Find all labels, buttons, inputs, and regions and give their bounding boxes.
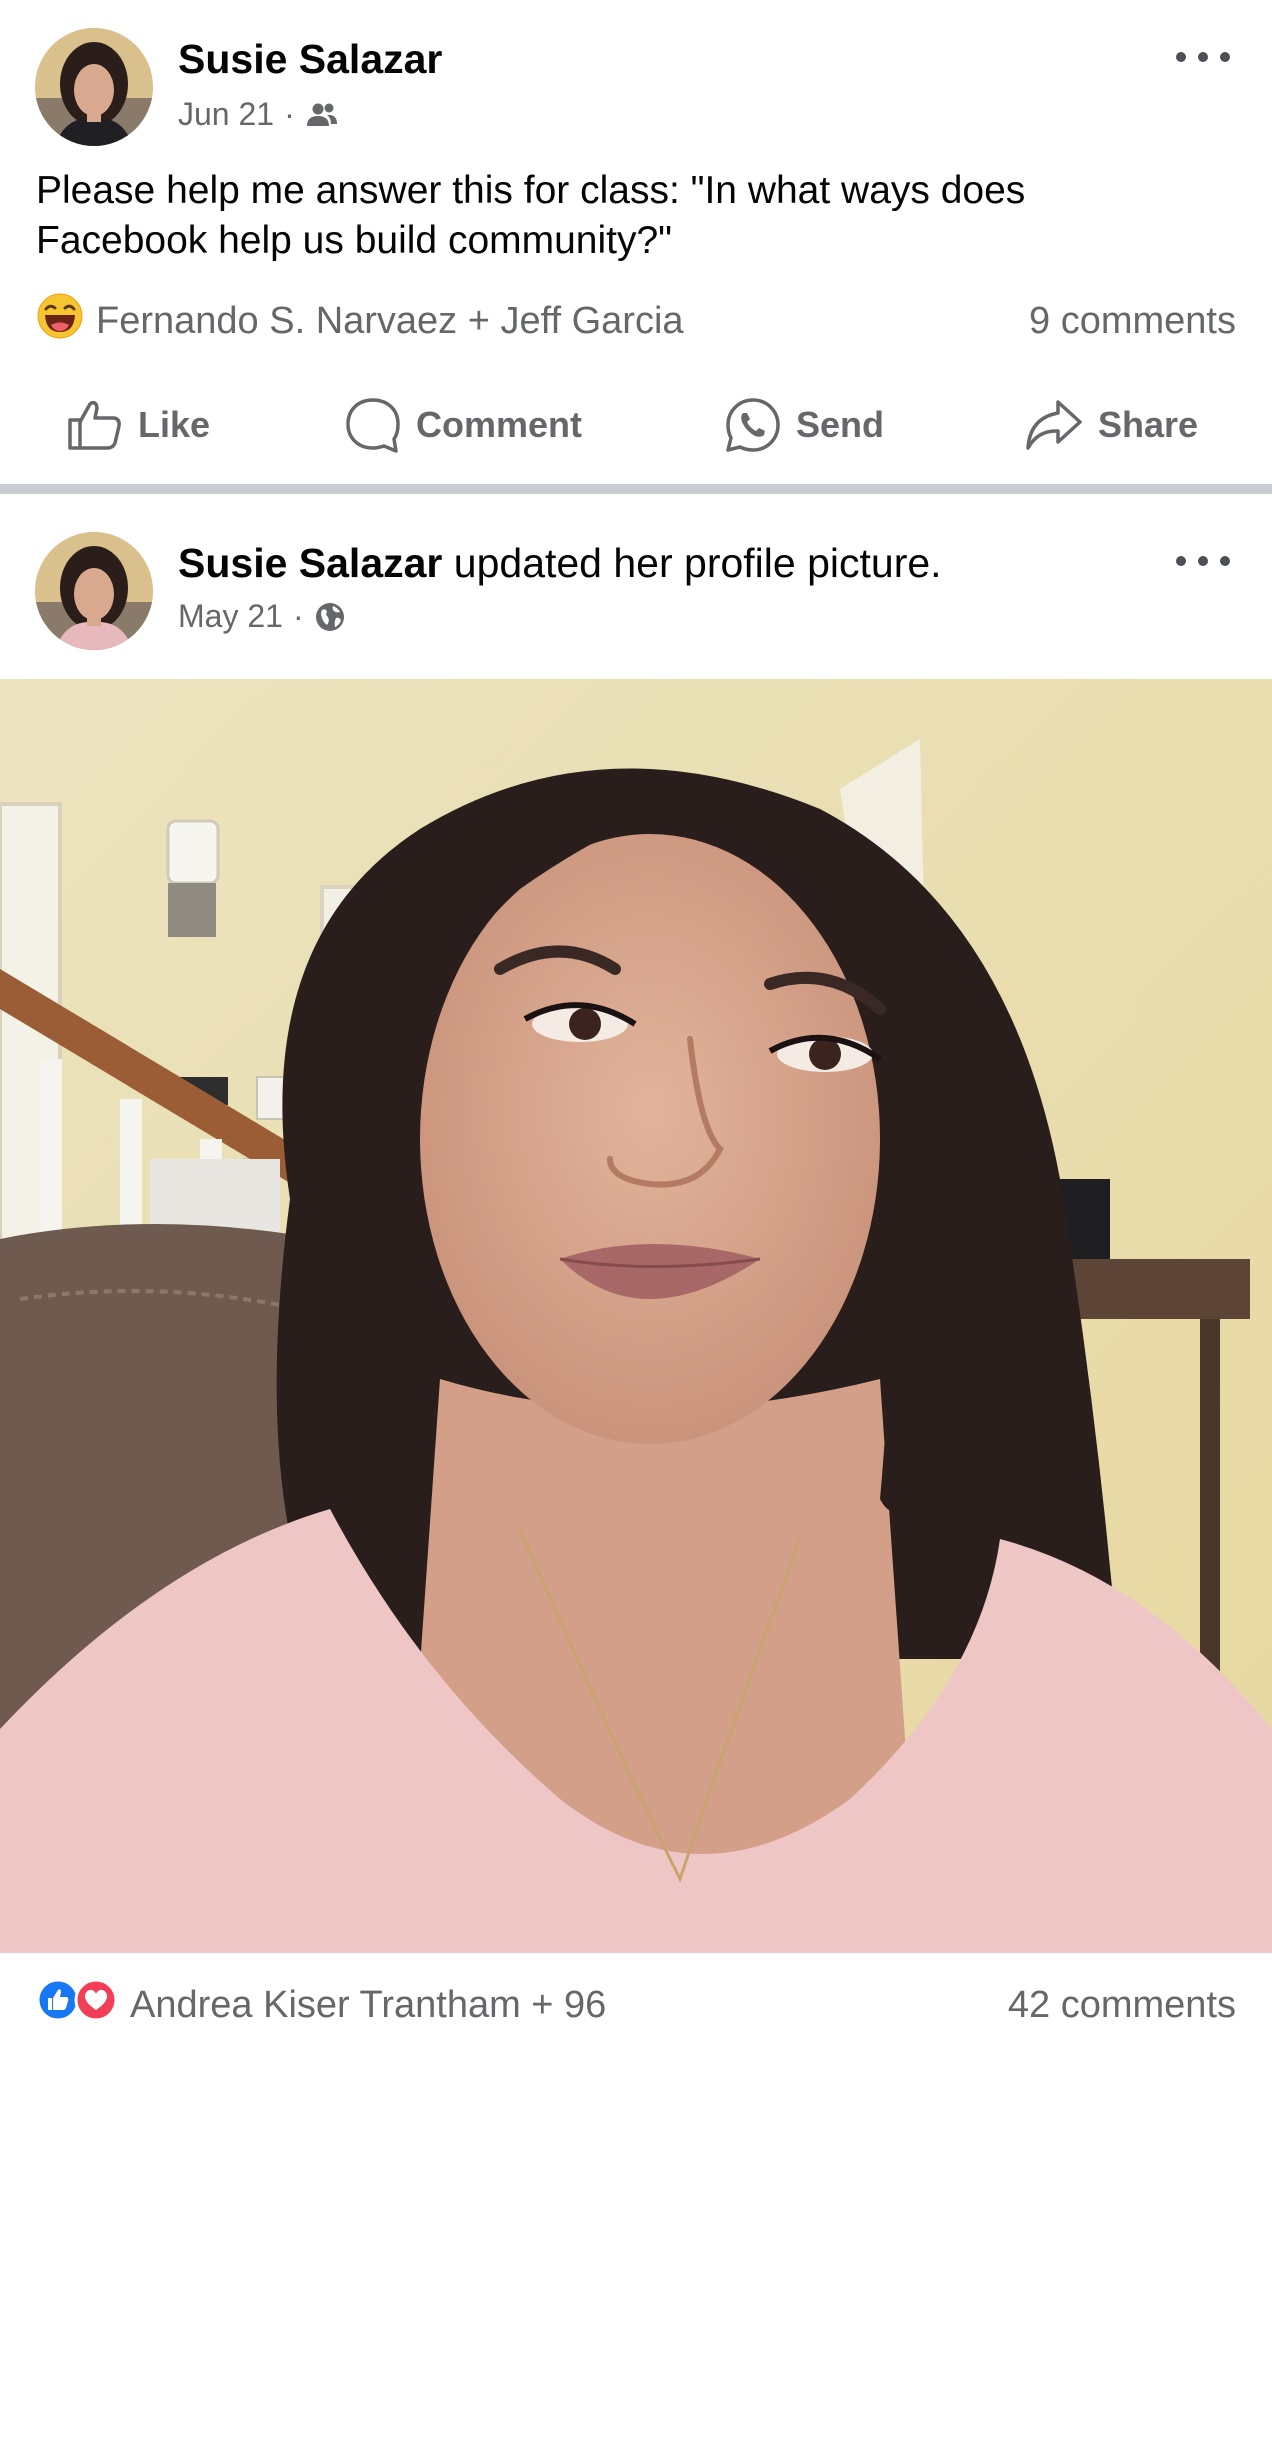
dot-icon	[1176, 556, 1186, 566]
feed-divider	[0, 484, 1272, 494]
globe-icon[interactable]	[314, 601, 346, 633]
post-action-text: updated her profile picture.	[442, 540, 942, 586]
comments-count[interactable]: 42 comments	[1008, 1984, 1236, 2027]
comments-count[interactable]: 9 comments	[1029, 300, 1236, 343]
profile-photo[interactable]	[0, 679, 1272, 2447]
post-headline: Susie Salazar updated her profile pictur…	[178, 540, 942, 587]
post-text: Please help me answer this for class: "I…	[36, 166, 1236, 266]
post-date[interactable]: May 21	[178, 598, 283, 635]
reactors-text: Fernando S. Narvaez + Jeff Garcia	[96, 299, 684, 342]
comment-bubble-icon	[344, 396, 402, 454]
more-options-button[interactable]	[1176, 551, 1230, 571]
haha-emoji-icon	[36, 292, 84, 350]
reactions-bar: Fernando S. Narvaez + Jeff Garcia 9 comm…	[36, 292, 1236, 350]
comment-label: Comment	[416, 404, 583, 445]
reactors-text: Andrea Kiser Trantham + 96	[130, 1983, 607, 2026]
post-text-line: Please help me answer this for class: "I…	[36, 169, 1026, 212]
meta-separator: ·	[292, 598, 304, 634]
meta-separator: ·	[284, 96, 295, 132]
thumbs-up-icon	[66, 398, 124, 452]
more-options-button[interactable]	[1176, 47, 1230, 67]
send-button[interactable]: Send	[724, 385, 884, 465]
reaction-icons	[36, 1978, 118, 2032]
profile-picture-post: Susie Salazar updated her profile pictur…	[0, 494, 1272, 2048]
post-date[interactable]: Jun 21	[178, 96, 274, 133]
status-post: Susie Salazar Jun 21 · Please help me an…	[0, 0, 1272, 484]
dot-icon	[1220, 556, 1230, 566]
love-reaction-icon	[74, 1978, 118, 2032]
share-button[interactable]: Share	[1024, 385, 1198, 465]
reactions-summary[interactable]: Andrea Kiser Trantham + 96	[36, 1978, 606, 2032]
post-meta: May 21 ·	[178, 598, 346, 635]
like-label: Like	[138, 404, 211, 445]
author-avatar[interactable]	[35, 28, 153, 146]
post-text-line: Facebook help us build community?"	[36, 219, 673, 262]
friends-icon[interactable]	[305, 102, 339, 128]
reactions-bar: Andrea Kiser Trantham + 96 42 comments	[36, 1978, 1236, 2032]
author-name[interactable]: Susie Salazar	[178, 36, 442, 83]
reactions-summary[interactable]: Fernando S. Narvaez + Jeff Garcia	[36, 292, 684, 350]
like-button[interactable]: Like	[66, 385, 210, 465]
send-label: Send	[796, 404, 885, 445]
share-label: Share	[1098, 404, 1199, 445]
dot-icon	[1220, 52, 1230, 62]
post-meta: Jun 21 ·	[178, 96, 339, 133]
whatsapp-icon	[724, 396, 782, 454]
action-bar: Like Comment Send Share	[0, 385, 1272, 465]
dot-icon	[1176, 52, 1186, 62]
dot-icon	[1198, 556, 1208, 566]
comment-button[interactable]: Comment	[344, 385, 582, 465]
author-avatar[interactable]	[35, 532, 153, 650]
share-arrow-icon	[1024, 398, 1084, 452]
author-name[interactable]: Susie Salazar	[178, 540, 442, 586]
dot-icon	[1198, 52, 1208, 62]
